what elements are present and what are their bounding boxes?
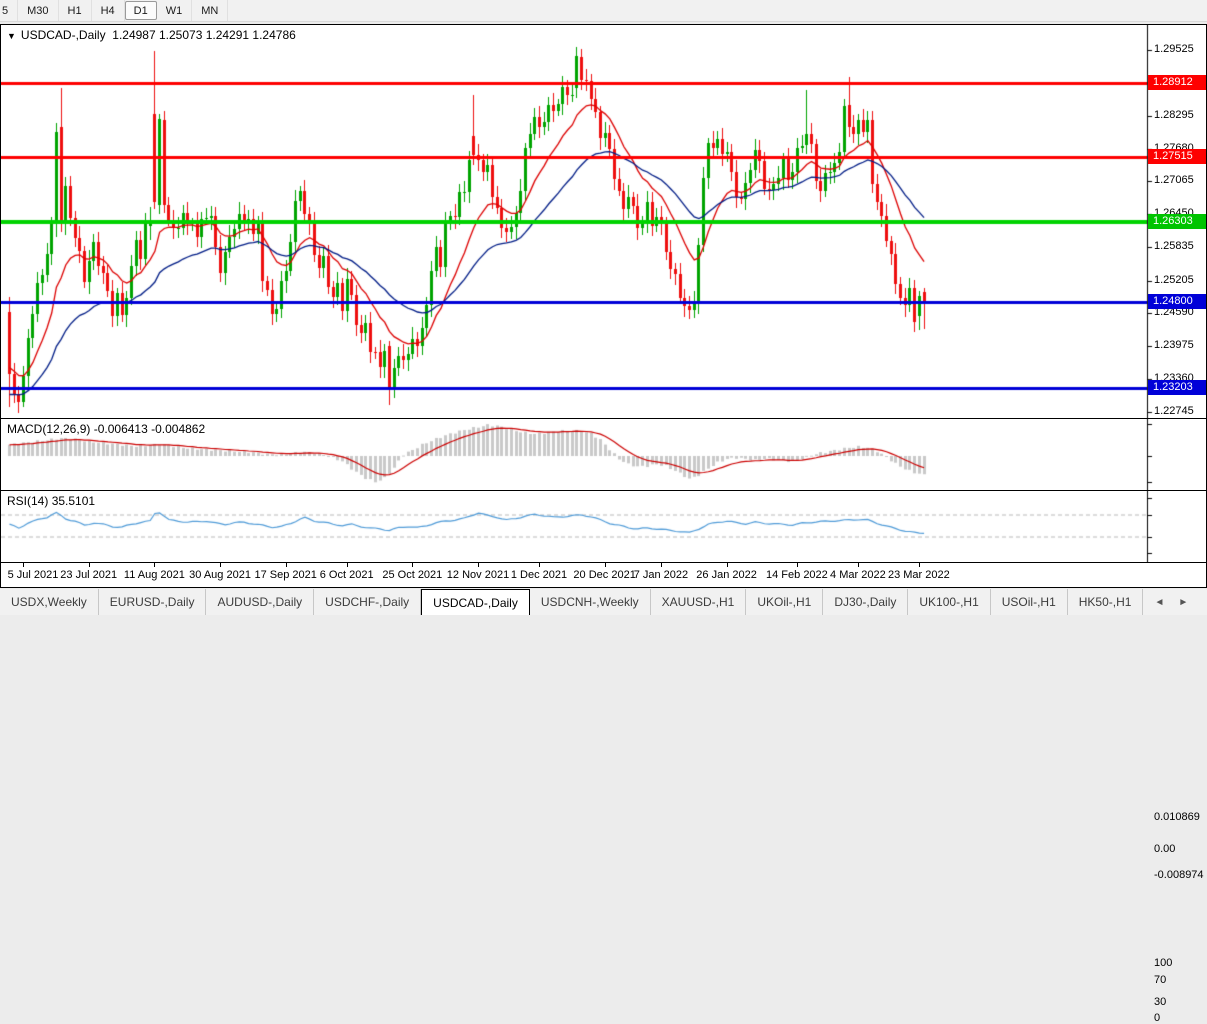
rsi-tick-label: 0 <box>1154 1012 1160 1024</box>
symbol-tabbar: USDX,WeeklyEURUSD-,DailyAUDUSD-,DailyUSD… <box>0 589 1207 615</box>
price-tick-label: 1.23975 <box>1154 339 1194 351</box>
timeframe-button-w1[interactable]: W1 <box>157 0 193 21</box>
date-label: 23 Mar 2022 <box>888 569 950 581</box>
date-tick-mark <box>220 563 221 567</box>
timeframe-button-d1[interactable]: D1 <box>125 1 157 20</box>
date-label: 11 Aug 2021 <box>124 569 185 581</box>
chart-title: ▼ USDCAD-,Daily 1.24987 1.25073 1.24291 1… <box>7 28 296 42</box>
date-tick-mark <box>661 563 662 567</box>
price-line-badge: 1.27515 <box>1148 149 1206 164</box>
price-tick-label: 1.25205 <box>1154 274 1194 286</box>
date-tick-mark <box>727 563 728 567</box>
date-label: 25 Oct 2021 <box>382 569 442 581</box>
date-label: 23 Jul 2021 <box>60 569 117 581</box>
date-tick-mark <box>605 563 606 567</box>
date-tick-mark <box>89 563 90 567</box>
chart-window: ▼ USDCAD-,Daily 1.24987 1.25073 1.24291 1… <box>0 24 1207 588</box>
time-axis: 5 Jul 202123 Jul 2021 11 Aug 2021 30 Aug 2… <box>1 563 1206 587</box>
chart-title-symbol: USDCAD-,Daily <box>21 28 106 42</box>
price-line-badge: 1.28912 <box>1148 75 1206 90</box>
symbol-tab-hk50[interactable]: HK50-,H1 <box>1068 589 1144 615</box>
price-line-badge: 1.26303 <box>1148 214 1206 229</box>
rsi-chart-canvas[interactable] <box>1 491 1206 562</box>
symbol-tab-usdcad[interactable]: USDCAD-,Daily <box>421 589 530 615</box>
tab-scroll-left-icon[interactable]: ◄ <box>1147 597 1171 608</box>
date-tick-mark <box>919 563 920 567</box>
macd-label: MACD(12,26,9) -0.006413 -0.004862 <box>7 422 205 436</box>
date-tick-mark <box>154 563 155 567</box>
tab-scroll-right-icon[interactable]: ► <box>1171 597 1195 608</box>
symbol-tab-usdchf[interactable]: USDCHF-,Daily <box>314 589 421 615</box>
macd-name: MACD(12,26,9) <box>7 422 90 436</box>
date-tick-mark <box>23 563 24 567</box>
timeframe-button-m30[interactable]: M30 <box>18 0 58 21</box>
date-label: 30 Aug 2021 <box>189 569 251 581</box>
price-chart-canvas[interactable] <box>1 25 1206 418</box>
timeframe-button-5[interactable]: 5 <box>0 0 18 21</box>
timeframe-button-h4[interactable]: H4 <box>92 0 125 21</box>
tab-scroll-arrows: ◄► <box>1147 589 1195 615</box>
rsi-tick-label: 70 <box>1154 974 1166 986</box>
date-tick-mark <box>412 563 413 567</box>
price-line-badge: 1.23203 <box>1148 380 1206 395</box>
symbol-tab-usdx[interactable]: USDX,Weekly <box>0 589 99 615</box>
date-tick-mark <box>286 563 287 567</box>
symbol-tab-ukoil[interactable]: UKOil-,H1 <box>746 589 823 615</box>
timeframe-toolbar: 5M30H1H4D1W1MN <box>0 0 1207 22</box>
date-tick-mark <box>539 563 540 567</box>
timeframe-button-mn[interactable]: MN <box>192 0 228 21</box>
date-label: 26 Jan 2022 <box>696 569 757 581</box>
symbol-tab-xauusd[interactable]: XAUUSD-,H1 <box>651 589 747 615</box>
date-label: 20 Dec 2021 <box>573 569 635 581</box>
date-tick-mark <box>858 563 859 567</box>
rsi-value: 35.5101 <box>52 494 95 508</box>
symbol-tab-usdcnh[interactable]: USDCNH-,Weekly <box>530 589 651 615</box>
rsi-tick-label: 30 <box>1154 996 1166 1008</box>
date-label: 4 Mar 2022 <box>830 569 886 581</box>
date-label: 7 Jan 2022 <box>634 569 688 581</box>
date-label: 12 Nov 2021 <box>447 569 509 581</box>
symbol-tab-dj30[interactable]: DJ30-,Daily <box>823 589 908 615</box>
date-label: 1 Dec 2021 <box>511 569 567 581</box>
symbol-tab-eurusd[interactable]: EURUSD-,Daily <box>99 589 207 615</box>
rsi-label: RSI(14) 35.5101 <box>7 494 95 508</box>
price-line-badge: 1.24800 <box>1148 294 1206 309</box>
date-label: 5 Jul 2021 <box>8 569 59 581</box>
price-tick-label: 1.22745 <box>1154 405 1194 417</box>
date-tick-mark <box>797 563 798 567</box>
date-tick-mark <box>347 563 348 567</box>
date-label: 6 Oct 2021 <box>320 569 374 581</box>
date-label: 17 Sep 2021 <box>255 569 317 581</box>
rsi-name: RSI(14) <box>7 494 48 508</box>
collapse-triangle-icon[interactable]: ▼ <box>7 31 16 41</box>
date-tick-mark <box>478 563 479 567</box>
symbol-tab-audusd[interactable]: AUDUSD-,Daily <box>206 589 314 615</box>
rsi-pane: RSI(14) 35.5101 10070300 <box>1 491 1206 563</box>
price-tick-label: 1.25835 <box>1154 240 1194 252</box>
chart-title-ohlc: 1.24987 1.25073 1.24291 1.24786 <box>112 28 296 42</box>
rsi-tick-label: 100 <box>1154 957 1172 969</box>
macd-tick-label: 0.00 <box>1154 843 1175 855</box>
date-label: 14 Feb 2022 <box>766 569 828 581</box>
price-tick-label: 1.28295 <box>1154 109 1194 121</box>
macd-tick-label: -0.008974 <box>1154 869 1204 881</box>
macd-pane: MACD(12,26,9) -0.006413 -0.004862 0.0108… <box>1 419 1206 491</box>
symbol-tab-uk100[interactable]: UK100-,H1 <box>908 589 990 615</box>
price-tick-label: 1.27065 <box>1154 174 1194 186</box>
symbol-tab-usoil[interactable]: USOil-,H1 <box>991 589 1068 615</box>
price-tick-label: 1.29525 <box>1154 43 1194 55</box>
macd-values: -0.006413 -0.004862 <box>94 422 205 436</box>
timeframe-button-h1[interactable]: H1 <box>59 0 92 21</box>
price-pane: ▼ USDCAD-,Daily 1.24987 1.25073 1.24291 1… <box>1 25 1206 419</box>
macd-tick-label: 0.010869 <box>1154 811 1200 823</box>
